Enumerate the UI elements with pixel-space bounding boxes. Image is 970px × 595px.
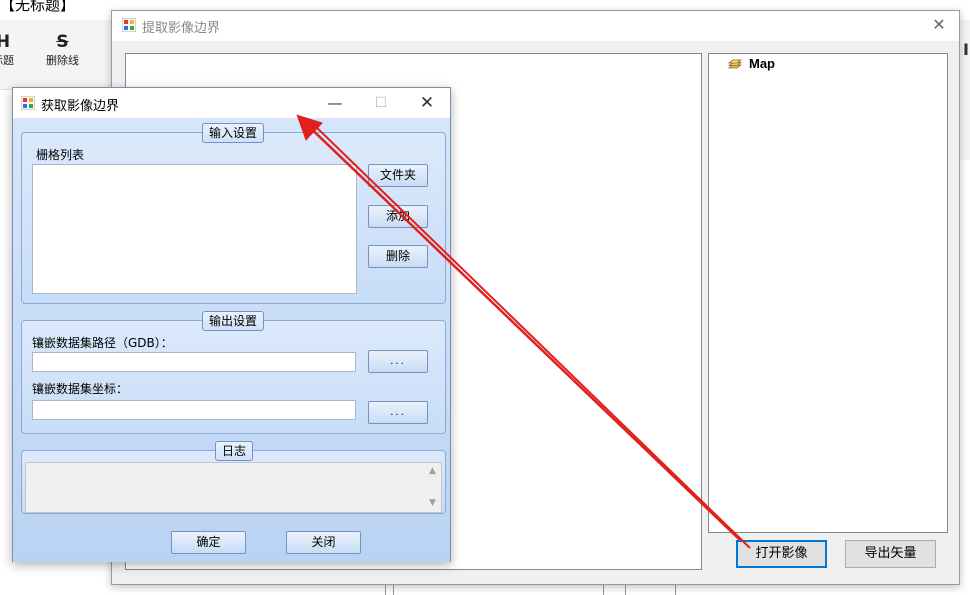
dialog-app-icon [21,96,35,110]
log-group: 日志 ▲ ▼ [21,441,446,514]
input-settings-group: 输入设置 栅格列表 文件夹 添加 删除 [21,123,446,304]
get-image-boundary-dialog: 获取影像边界 — ☐ ✕ 输入设置 栅格列表 文件夹 添加 删除 输出设置 镶嵌… [12,87,451,562]
output-settings-label: 输出设置 [202,311,265,331]
dialog-title: 获取影像边界 [41,99,120,114]
scroll-up-icon[interactable]: ▲ [424,463,441,480]
scroll-down-icon[interactable]: ▼ [424,495,441,512]
delete-button[interactable]: 删除 [368,245,428,268]
layer-tree[interactable]: Map [708,53,948,533]
gdb-browse-button[interactable]: ... [368,350,428,373]
minimize-icon[interactable]: — [313,88,357,118]
map-layers-icon [727,59,743,69]
app-icon [122,18,136,32]
dialog-close-icon[interactable]: ✕ [405,88,449,118]
dialog-titlebar: 获取影像边界 — ☐ ✕ [13,88,450,118]
log-textbox[interactable]: ▲ ▼ [25,462,442,513]
heading-icon: H [0,32,11,52]
export-vector-button[interactable]: 导出矢量 [845,540,936,568]
strikethrough-button[interactable]: S 删除线 [46,32,79,68]
gdb-path-label: 镶嵌数据集路径（GDB）： [32,336,173,350]
main-close-icon[interactable]: ✕ [927,13,951,37]
maximize-icon[interactable]: ☐ [359,88,403,118]
input-settings-label: 输入设置 [202,123,265,143]
raster-list-label: 栅格列表 [36,148,85,162]
dialog-body: 输入设置 栅格列表 文件夹 添加 删除 输出设置 镶嵌数据集路径（GDB）： .… [13,118,450,562]
document-title: 【无标题】 [0,0,76,14]
heading-button[interactable]: H 标题 [0,32,14,68]
heading-button-label: 标题 [0,54,14,67]
tree-item-map[interactable]: Map [749,56,775,71]
coordinate-label: 镶嵌数据集坐标： [32,382,129,396]
ok-button[interactable]: 确定 [171,531,246,554]
main-window-title: 提取影像边界 [142,21,221,36]
log-label: 日志 [215,441,254,461]
strikethrough-button-label: 删除线 [46,54,79,67]
raster-list[interactable] [32,164,357,294]
strikethrough-icon: S [56,32,69,52]
output-settings-group: 输出设置 镶嵌数据集路径（GDB）： ... 镶嵌数据集坐标： ... [21,311,446,434]
open-image-button[interactable]: 打开影像 [736,540,827,568]
folder-button[interactable]: 文件夹 [368,164,428,187]
log-scrollbar[interactable]: ▲ ▼ [424,463,441,512]
ribbon-toolbar: H 标题 S 删除线 [0,20,115,90]
coordinate-browse-button[interactable]: ... [368,401,428,424]
coordinate-input[interactable] [32,400,356,420]
main-titlebar: 提取影像边界 ✕ [112,11,959,41]
gdb-path-input[interactable] [32,352,356,372]
ribbon-edge-icon: I [963,40,969,59]
add-button[interactable]: 添加 [368,205,428,228]
close-button[interactable]: 关闭 [286,531,361,554]
